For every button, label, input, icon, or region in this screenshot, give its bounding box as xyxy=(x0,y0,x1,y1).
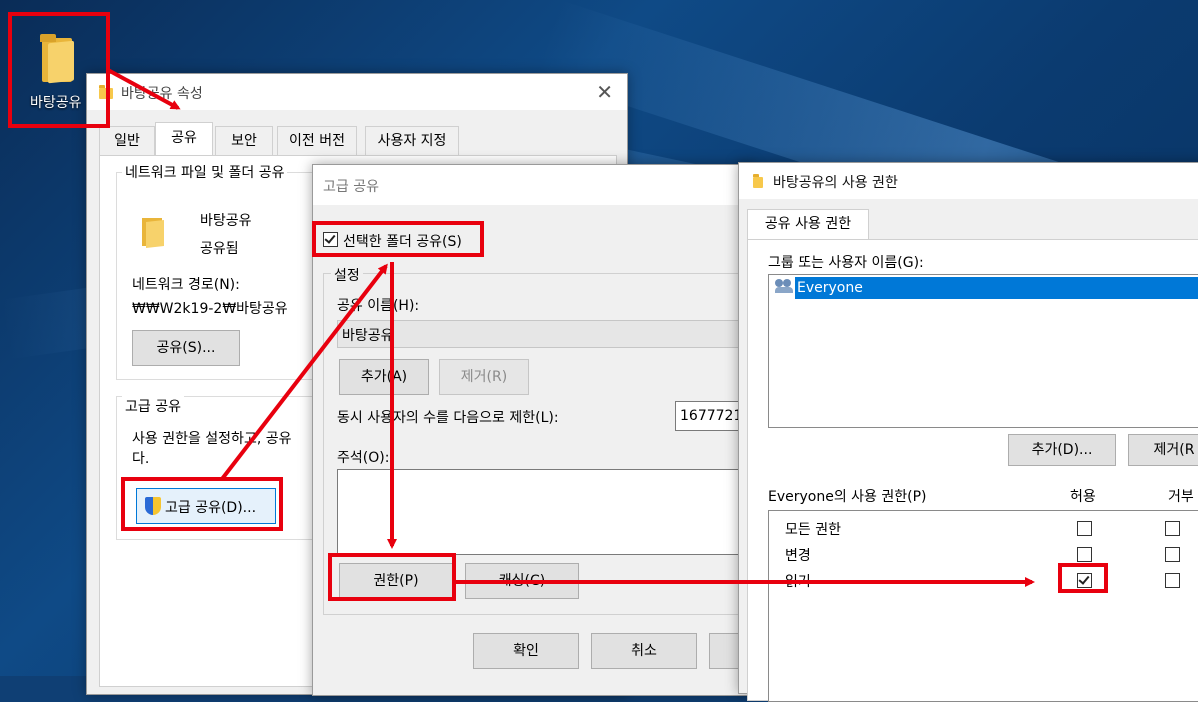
ok-button[interactable]: 확인 xyxy=(473,633,579,669)
advanced-sharing-titlebar[interactable]: 고급 공유 xyxy=(313,165,753,205)
highlight-share-checkbox xyxy=(312,221,484,257)
advanced-share-group-title: 고급 공유 xyxy=(122,396,184,416)
user-limit-label: 동시 사용자의 수를 다음으로 제한(L): xyxy=(337,410,559,426)
list-item-everyone[interactable]: Everyone xyxy=(769,277,1198,299)
remove-share-button[interactable]: 제거(R) xyxy=(439,359,529,395)
permissions-title: 바탕공유의 사용 권한 xyxy=(773,175,898,191)
permissions-list: 모든 권한 변경 읽기 xyxy=(768,510,1198,702)
tab-general[interactable]: 일반 xyxy=(99,126,155,156)
advanced-share-desc-1: 사용 권한을 설정하고, 공유 xyxy=(132,431,292,447)
users-group-icon xyxy=(775,279,793,293)
advanced-share-desc-2: 다. xyxy=(132,451,150,467)
deny-header: 거부 xyxy=(1168,489,1194,505)
highlight-permissions-button xyxy=(328,553,456,601)
caching-button[interactable]: 캐싱(C) xyxy=(465,563,579,599)
comment-field[interactable] xyxy=(337,469,759,555)
full-control-deny-checkbox[interactable] xyxy=(1165,521,1180,536)
highlight-desktop-folder xyxy=(8,12,110,128)
settings-group-title: 설정 xyxy=(331,265,363,285)
advanced-sharing-title: 고급 공유 xyxy=(323,179,379,195)
permissions-for-label: Everyone의 사용 권한(P) xyxy=(768,489,927,505)
highlight-advanced-share-button xyxy=(121,477,283,531)
group-users-label: 그룹 또는 사용자 이름(G): xyxy=(768,255,924,271)
share-state: 공유됨 xyxy=(200,241,239,257)
users-list[interactable]: Everyone xyxy=(768,274,1198,428)
share-name-label: 공유 이름(H): xyxy=(337,298,420,314)
user-limit-value: 1677721 xyxy=(680,408,743,424)
permissions-tab-body: 그룹 또는 사용자 이름(G): Everyone 추가(D)... 제거(R … xyxy=(747,239,1198,702)
network-path: ₩₩W2k19-2₩바탕공유 xyxy=(132,301,288,317)
cancel-button[interactable]: 취소 xyxy=(591,633,697,669)
tab-customize[interactable]: 사용자 지정 xyxy=(365,126,459,156)
comment-label: 주석(O): xyxy=(337,450,390,466)
permissions-titlebar[interactable]: 바탕공유의 사용 권한 xyxy=(739,163,1198,199)
perm-row-change: 변경 xyxy=(785,548,811,564)
allow-header: 허용 xyxy=(1070,489,1096,505)
add-user-button[interactable]: 추가(D)... xyxy=(1008,434,1116,466)
add-share-button[interactable]: 추가(A) xyxy=(339,359,429,395)
folder-name: 바탕공유 xyxy=(200,213,252,229)
remove-user-button[interactable]: 제거(R xyxy=(1128,434,1198,466)
tab-previous-versions[interactable]: 이전 버전 xyxy=(277,126,357,156)
share-name-field[interactable]: 바탕공유 xyxy=(337,320,759,348)
read-deny-checkbox[interactable] xyxy=(1165,573,1180,588)
permissions-window: 바탕공유의 사용 권한 공유 사용 권한 그룹 또는 사용자 이름(G): Ev… xyxy=(738,162,1198,702)
share-name-value: 바탕공유 xyxy=(342,328,394,344)
everyone-label: Everyone xyxy=(795,277,1198,299)
share-button[interactable]: 공유(S)... xyxy=(132,330,240,366)
tab-security[interactable]: 보안 xyxy=(215,126,273,156)
properties-title: 바탕공유 속성 xyxy=(121,86,203,102)
network-share-group-title: 네트워크 파일 및 폴더 공유 xyxy=(122,162,288,182)
network-path-label: 네트워크 경로(N): xyxy=(132,277,240,293)
highlight-sharing-tab xyxy=(160,118,220,156)
change-allow-checkbox[interactable] xyxy=(1077,547,1092,562)
change-deny-checkbox[interactable] xyxy=(1165,547,1180,562)
perm-row-full-control: 모든 권한 xyxy=(785,522,841,538)
highlight-read-allow xyxy=(1058,563,1108,593)
folder-icon xyxy=(753,174,763,188)
properties-titlebar[interactable]: 바탕공유 속성 ✕ xyxy=(87,74,627,110)
folder-icon xyxy=(142,216,166,248)
close-icon[interactable]: ✕ xyxy=(596,80,613,104)
perm-row-read: 읽기 xyxy=(785,574,811,590)
full-control-allow-checkbox[interactable] xyxy=(1077,521,1092,536)
tab-share-permissions[interactable]: 공유 사용 권한 xyxy=(747,209,869,240)
